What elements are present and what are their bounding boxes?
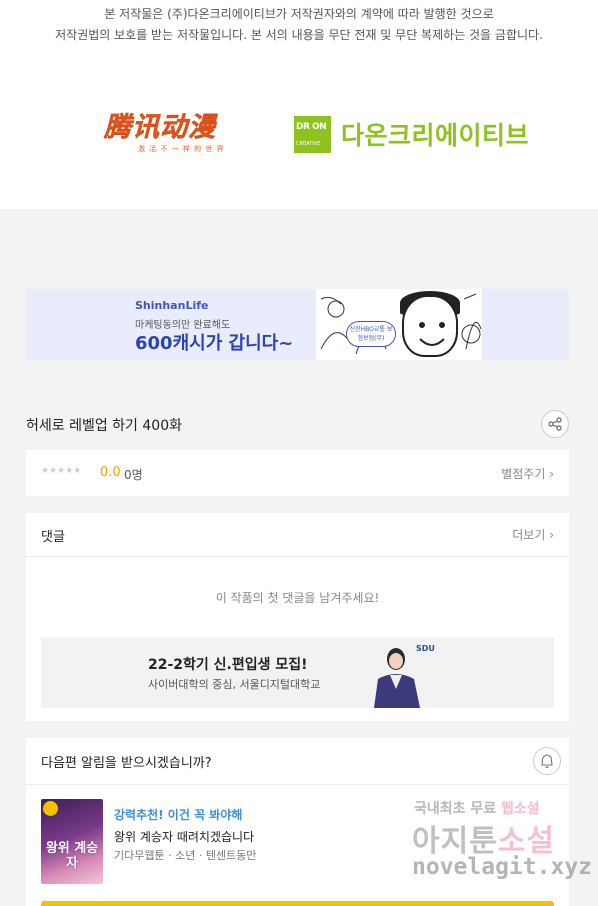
- shinhan-ad-banner[interactable]: ShinhanLife 마케팅동의만 완료해도 600캐시가 갑니다~ 신한HB…: [26, 289, 569, 360]
- copyright-line-2: 저작권법의 보호를 받는 저작물입니다. 본 서의 내용을 무단 전재 및 무단…: [55, 28, 543, 42]
- rating-stars: ★★★★★: [41, 466, 82, 476]
- recommended-thumbnail[interactable]: 왕위 계승자: [41, 799, 103, 884]
- copyright-section: 본 저작물은 (주)다온크리에이티브가 저작권자와의 계약에 따라 발행한 것으…: [0, 0, 598, 209]
- bell-icon: [541, 753, 553, 768]
- copyright-line-1: 본 저작물은 (주)다온크리에이티브가 저작권자와의 계약에 따라 발행한 것으…: [104, 7, 494, 21]
- daon-box-text: DR ON: [296, 121, 327, 132]
- rating-card: ★★★★★ 0.0 0명 별점주기 ›: [26, 450, 569, 496]
- episode-title: 허세로 레벨업 하기 400화: [26, 418, 182, 434]
- ad-brand: ShinhanLife: [135, 299, 209, 312]
- ad-badge: 신한HBO교통 보험보험(무): [346, 321, 396, 347]
- notify-question: 다음편 알림을 받으시겠습니까?: [41, 756, 212, 771]
- recommended-meta: 기다무웹툰 · 소년 · 텐센트동만: [114, 849, 257, 862]
- comment-card: 댓글 더보기 › 이 작품의 첫 댓글을 남겨주세요! 22-2학기 신.편입생…: [26, 513, 569, 721]
- sdu-ad-subtext: 사이버대학의 중심, 서울디지털대학교: [148, 678, 321, 691]
- tencent-comics-logo: 腾讯动漫 激 活 不 一 样 的 世 界: [104, 112, 236, 162]
- rating-value: 0.0: [100, 465, 121, 480]
- tencent-logo-text: 腾讯动漫: [104, 112, 216, 144]
- share-button[interactable]: [541, 410, 569, 438]
- notify-bell-button[interactable]: [533, 747, 561, 775]
- daon-logo-box: DR ON CREATIVE: [294, 115, 331, 153]
- recommended-title[interactable]: 왕위 계승자 때려치겠습니다: [114, 828, 254, 845]
- notify-divider: [26, 784, 569, 785]
- episode-title-row: 허세로 레벨업 하기 400화: [26, 410, 569, 440]
- notify-card: 다음편 알림을 받으시겠습니까? 왕위 계승자 강력추천! 이건 꼭 봐야해 왕…: [26, 738, 569, 906]
- comment-divider: [26, 556, 569, 557]
- rate-button[interactable]: 별점주기 ›: [501, 465, 554, 482]
- notify-cta-button[interactable]: [41, 901, 554, 906]
- ad-character-face: [402, 295, 458, 357]
- ad-headline: 600캐시가 갑니다~: [135, 333, 294, 354]
- tencent-logo-slogan: 激 活 不 一 样 的 世 界: [138, 145, 225, 153]
- clock-badge-icon: [43, 801, 58, 816]
- thumbnail-title: 왕위 계승자: [45, 841, 99, 871]
- daon-box-subtext: CREATIVE: [296, 140, 321, 147]
- comment-empty-message[interactable]: 이 작품의 첫 댓글을 남겨주세요!: [26, 589, 569, 606]
- daon-creative-logo: DR ON CREATIVE 다온크리에이티브: [294, 114, 529, 154]
- ad-illustration: 신한HBO교통 보험보험(무): [316, 289, 482, 360]
- daon-logo-text: 다온크리에이티브: [341, 121, 530, 150]
- sdu-ad-headline: 22-2학기 신.편입생 모집!: [148, 657, 308, 673]
- share-icon: [548, 417, 562, 431]
- comments-more-link[interactable]: 더보기 ›: [512, 526, 554, 543]
- sdu-ad-person-image: [374, 648, 420, 708]
- recommended-tag: 강력추천! 이건 꼭 봐야해: [114, 808, 243, 822]
- sdu-ad-banner[interactable]: 22-2학기 신.편입생 모집! 사이버대학의 중심, 서울디지털대학교 SDU: [41, 637, 554, 708]
- comment-header: 댓글: [41, 530, 65, 545]
- rating-count: 0명: [124, 468, 143, 482]
